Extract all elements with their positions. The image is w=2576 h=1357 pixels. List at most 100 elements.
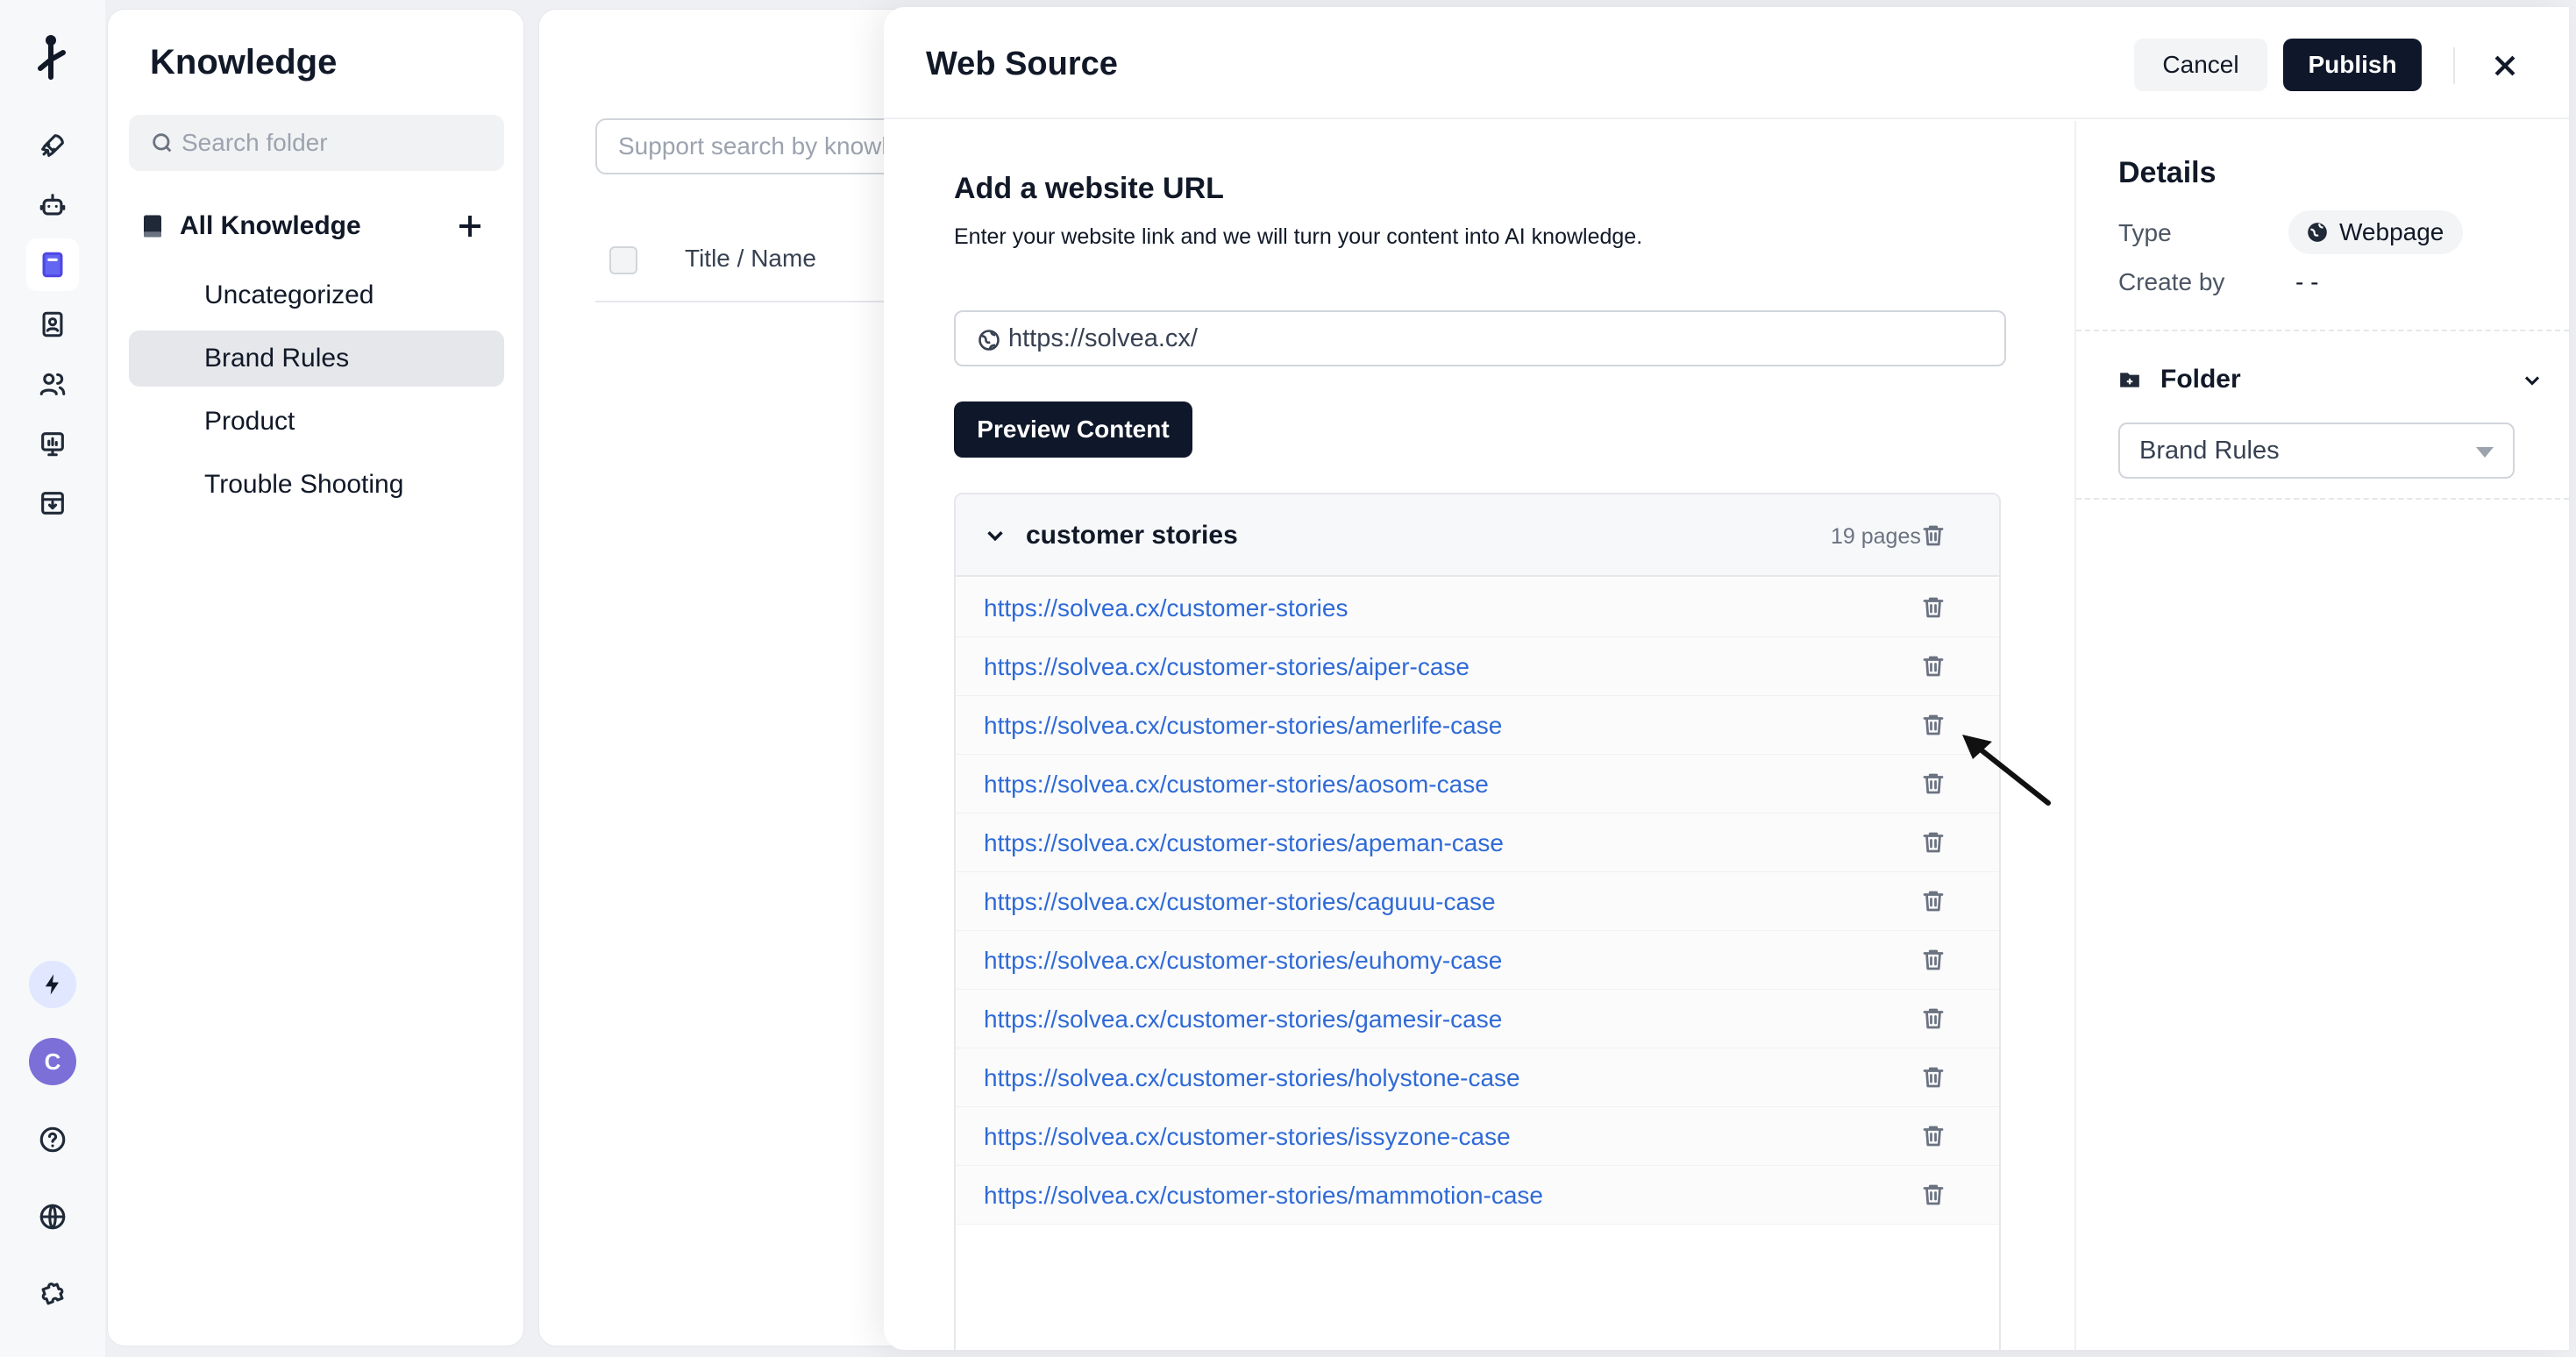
folder-item-label: Brand Rules [204,344,350,373]
scrollbar[interactable] [1999,498,2001,896]
app-root: C Knowledge All Knowledge Uncategorized … [0,0,2576,1357]
search-icon [153,133,172,153]
page-url-link[interactable]: https://solvea.cx/customer-stories/issyz… [984,1123,1511,1151]
close-button[interactable] [2485,46,2525,86]
url-input[interactable] [1008,323,1973,353]
list-item: https://solvea.cx/customer-stories/games… [956,990,1999,1048]
type-label: Type [2118,219,2172,246]
book-icon [144,215,161,238]
all-knowledge-item[interactable]: All Knowledge [139,204,361,248]
page-url-link[interactable]: https://solvea.cx/customer-stories/holys… [984,1064,1520,1092]
avatar-initial: C [44,1048,61,1075]
folder-item-label: Product [204,407,295,436]
list-item: https://solvea.cx/customer-stories/holys… [956,1048,1999,1107]
app-logo[interactable] [32,33,74,81]
trash-icon[interactable] [1920,947,1946,973]
analytics-icon[interactable] [26,417,79,470]
drawer-title: Web Source [926,46,1118,82]
folder-section-title: Folder [2160,365,2241,394]
trash-icon[interactable] [1920,1123,1946,1149]
trash-icon[interactable] [1920,594,1946,621]
globe-icon[interactable] [26,1190,79,1243]
trash-icon[interactable] [1920,712,1946,738]
list-item: https://solvea.cx/customer-stories/euhom… [956,931,1999,990]
chevron-down-icon[interactable] [2520,368,2544,393]
trash-icon[interactable] [1920,653,1946,679]
divider [2076,498,2569,500]
folder-item-uncategorized[interactable]: Uncategorized [129,267,504,323]
trash-icon[interactable] [1920,522,1946,549]
trash-icon[interactable] [1920,829,1946,856]
page-url-link[interactable]: https://solvea.cx/customer-stories/aosom… [984,771,1489,799]
contacts-book-icon[interactable] [26,298,79,351]
chevron-down-icon[interactable] [982,522,1008,549]
type-badge: Webpage [2288,210,2464,254]
cancel-button[interactable]: Cancel [2134,39,2267,91]
bot-icon[interactable] [26,179,79,231]
folder-item-label: Uncategorized [204,281,374,309]
list-item: https://solvea.cx/customer-stories/issyz… [956,1107,1999,1166]
preview-content-button[interactable]: Preview Content [954,401,1192,458]
help-icon[interactable] [26,1113,79,1166]
globe-icon [2308,223,2327,242]
create-by-value: - - [2295,268,2319,295]
add-folder-button[interactable] [448,204,492,248]
avatar[interactable]: C [29,1038,76,1085]
section-title: Add a website URL [954,172,1224,205]
type-value: Webpage [2339,218,2444,245]
section-description: Enter your website link and we will turn… [954,224,1643,249]
page-url-link[interactable]: https://solvea.cx/customer-stories/mammo… [984,1182,1543,1210]
folder-icon [2120,373,2139,387]
trash-icon[interactable] [1920,1064,1946,1091]
puzzle-icon[interactable] [26,1268,79,1320]
folder-panel: Knowledge All Knowledge Uncategorized Br… [107,9,524,1346]
column-header-title: Title / Name [685,245,816,272]
header-divider [2453,47,2455,84]
bolt-icon[interactable] [29,961,76,1008]
folder-select[interactable]: Brand Rules [2118,423,2515,479]
url-field[interactable] [954,310,2006,366]
trash-icon[interactable] [1920,1005,1946,1032]
list-item: https://solvea.cx/customer-stories/amerl… [956,696,1999,755]
page-url-link[interactable]: https://solvea.cx/customer-stories/caguu… [984,888,1496,916]
all-knowledge-label: All Knowledge [180,211,361,240]
icon-rail: C [0,0,105,1357]
page-group-header[interactable]: customer stories 19 pages [956,494,1999,577]
folder-item-trouble-shooting[interactable]: Trouble Shooting [129,457,504,513]
inbox-download-icon[interactable] [26,477,79,529]
page-url-link[interactable]: https://solvea.cx/customer-stories/euhom… [984,947,1502,975]
page-url-link[interactable]: https://solvea.cx/customer-stories/amerl… [984,712,1502,740]
web-source-drawer: Web Source Cancel Publish Add a website … [884,7,2569,1350]
folder-item-brand-rules[interactable]: Brand Rules [129,330,504,387]
list-item: https://solvea.cx/customer-stories/mammo… [956,1166,1999,1225]
page-url-link[interactable]: https://solvea.cx/customer-stories [984,594,1348,622]
page-url-link[interactable]: https://solvea.cx/customer-stories/apema… [984,829,1504,857]
select-all-checkbox[interactable] [609,246,637,274]
details-sidebar: Details Type Webpage Create by - - Folde… [2076,121,2569,1350]
list-item: https://solvea.cx/customer-stories [956,579,1999,637]
crawled-pages-list: customer stories 19 pages https://solvea… [954,493,2001,1350]
caret-down-icon [2476,447,2494,458]
book-icon[interactable] [26,238,79,291]
page-url-link[interactable]: https://solvea.cx/customer-stories/games… [984,1005,1502,1034]
folder-item-product[interactable]: Product [129,394,504,450]
trash-icon[interactable] [1920,1182,1946,1208]
page-url-link[interactable]: https://solvea.cx/customer-stories/aiper… [984,653,1469,681]
list-item: https://solvea.cx/customer-stories/aosom… [956,755,1999,813]
divider [2076,330,2569,331]
create-by-label: Create by [2118,268,2225,295]
page-title: Knowledge [150,43,338,82]
folder-search[interactable] [129,115,504,171]
pointer-arrow-icon [1962,735,2051,806]
rocket-icon[interactable] [26,119,79,172]
publish-button[interactable]: Publish [2283,39,2422,91]
page-count: 19 pages [1831,524,1921,549]
drawer-header: Web Source Cancel Publish [884,7,2569,119]
list-item: https://solvea.cx/customer-stories/apema… [956,813,1999,872]
trash-icon[interactable] [1920,771,1946,797]
folder-search-input[interactable] [181,129,480,157]
plus-icon [459,216,480,237]
users-icon[interactable] [26,358,79,410]
trash-icon[interactable] [1920,888,1946,914]
list-item: https://solvea.cx/customer-stories/caguu… [956,872,1999,931]
